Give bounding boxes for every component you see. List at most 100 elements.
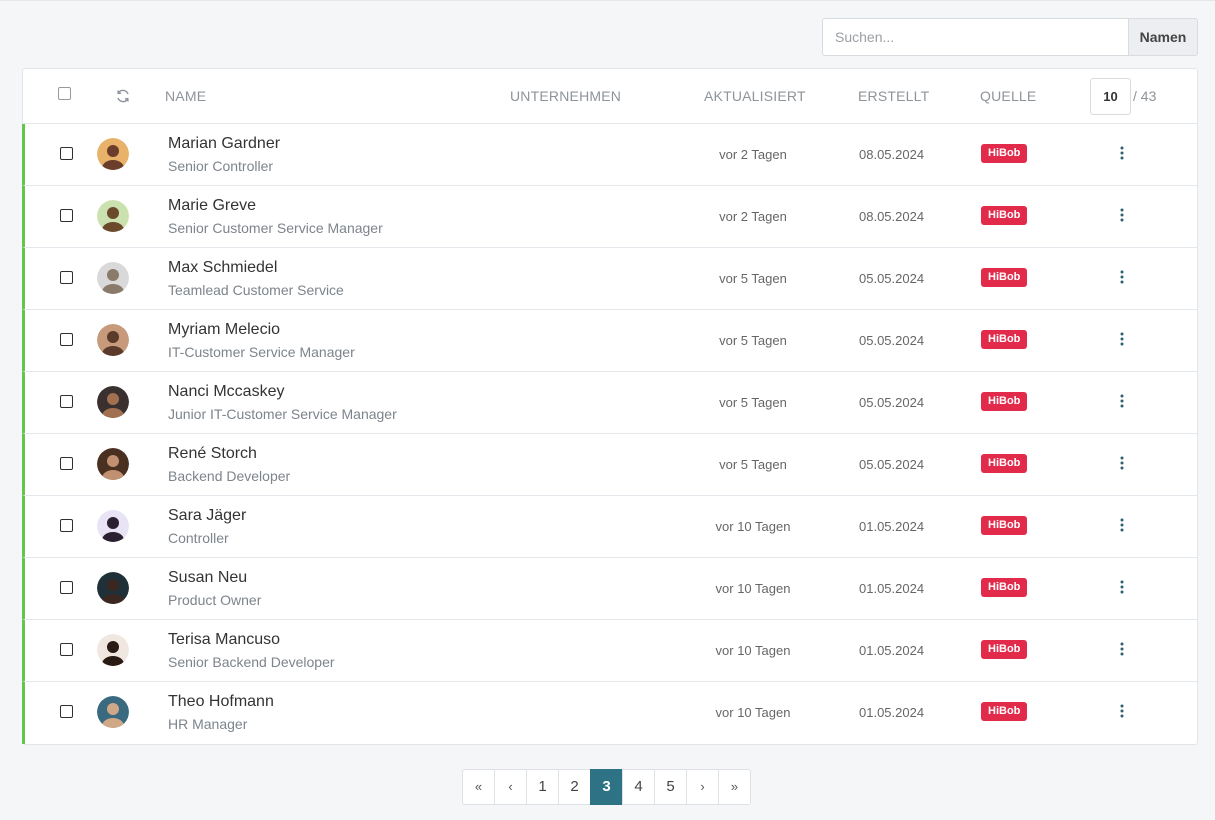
contact-role: Teamlead Customer Service [168, 282, 344, 298]
row-checkbox[interactable] [60, 147, 73, 160]
created-cell: 01.05.2024 [859, 581, 925, 596]
row-checkbox[interactable] [60, 209, 73, 222]
more-vertical-icon[interactable] [1117, 207, 1127, 223]
contact-role: Senior Backend Developer [168, 654, 335, 670]
header-name[interactable]: NAME [165, 88, 206, 104]
page-4-button[interactable]: 4 [622, 769, 655, 805]
table-row[interactable]: Sara Jäger Controller vor 10 Tagen 01.05… [22, 496, 1197, 558]
contact-name[interactable]: Theo Hofmann [168, 693, 274, 711]
table-header: NAME UNTERNEHMEN AKTUALISIERT ERSTELLT Q… [23, 69, 1197, 124]
next-page-button[interactable]: › [686, 769, 719, 805]
source-badge: HiBob [981, 578, 1028, 597]
contact-name[interactable]: Max Schmiedel [168, 259, 277, 277]
contact-name[interactable]: Nanci Mccaskey [168, 383, 284, 401]
source-badge: HiBob [981, 144, 1028, 163]
contact-name[interactable]: Marian Gardner [168, 135, 280, 153]
more-vertical-icon[interactable] [1117, 641, 1127, 657]
page-1-button[interactable]: 1 [526, 769, 559, 805]
created-cell: 01.05.2024 [859, 643, 925, 658]
contact-name[interactable]: Sara Jäger [168, 507, 246, 525]
avatar [97, 262, 129, 294]
created-cell: 01.05.2024 [859, 705, 925, 720]
more-vertical-icon[interactable] [1117, 393, 1127, 409]
contact-name[interactable]: Myriam Melecio [168, 321, 280, 339]
more-vertical-icon[interactable] [1117, 517, 1127, 533]
row-checkbox[interactable] [60, 519, 73, 532]
more-vertical-icon[interactable] [1117, 703, 1127, 719]
more-vertical-icon[interactable] [1117, 145, 1127, 161]
updated-cell: vor 5 Tagen [719, 457, 787, 472]
header-source[interactable]: QUELLE [980, 88, 1036, 104]
row-checkbox[interactable] [60, 457, 73, 470]
created-cell: 05.05.2024 [859, 457, 925, 472]
prev-page-button[interactable]: ‹ [494, 769, 527, 805]
table-row[interactable]: René Storch Backend Developer vor 5 Tage… [22, 434, 1197, 496]
row-checkbox[interactable] [60, 271, 73, 284]
page-2-button[interactable]: 2 [558, 769, 591, 805]
table-row[interactable]: Marian Gardner Senior Controller vor 2 T… [22, 124, 1197, 186]
updated-cell: vor 2 Tagen [719, 147, 787, 162]
table-row[interactable]: Terisa Mancuso Senior Backend Developer … [22, 620, 1197, 682]
row-checkbox[interactable] [60, 643, 73, 656]
page-size-input[interactable]: 10 [1090, 78, 1131, 115]
table-row[interactable]: Susan Neu Product Owner vor 10 Tagen 01.… [22, 558, 1197, 620]
table-row[interactable]: Nanci Mccaskey Junior IT-Customer Servic… [22, 372, 1197, 434]
avatar [97, 510, 129, 542]
source-badge: HiBob [981, 454, 1028, 473]
created-cell: 08.05.2024 [859, 209, 925, 224]
first-page-button[interactable]: « [462, 769, 495, 805]
more-vertical-icon[interactable] [1117, 579, 1127, 595]
created-cell: 01.05.2024 [859, 519, 925, 534]
avatar [97, 324, 129, 356]
search-scope-button[interactable]: Namen [1128, 18, 1198, 56]
updated-cell: vor 5 Tagen [719, 333, 787, 348]
updated-cell: vor 5 Tagen [719, 271, 787, 286]
avatar [97, 386, 129, 418]
contact-role: Senior Controller [168, 158, 274, 174]
contact-name[interactable]: Susan Neu [168, 569, 247, 587]
row-checkbox[interactable] [60, 333, 73, 346]
refresh-icon[interactable] [115, 88, 131, 104]
last-page-button[interactable]: » [718, 769, 751, 805]
table-row[interactable]: Myriam Melecio IT-Customer Service Manag… [22, 310, 1197, 372]
row-checkbox[interactable] [60, 581, 73, 594]
source-badge: HiBob [981, 640, 1028, 659]
updated-cell: vor 10 Tagen [715, 643, 791, 658]
table-row[interactable]: Theo Hofmann HR Manager vor 10 Tagen 01.… [22, 682, 1197, 744]
updated-cell: vor 5 Tagen [719, 395, 787, 410]
more-vertical-icon[interactable] [1117, 269, 1127, 285]
header-company[interactable]: UNTERNEHMEN [510, 88, 621, 104]
page-5-button[interactable]: 5 [654, 769, 687, 805]
table-row[interactable]: Marie Greve Senior Customer Service Mana… [22, 186, 1197, 248]
row-checkbox[interactable] [60, 395, 73, 408]
search-group: Namen [822, 18, 1198, 56]
contact-name[interactable]: René Storch [168, 445, 257, 463]
row-checkbox[interactable] [60, 705, 73, 718]
contact-role: Junior IT-Customer Service Manager [168, 406, 397, 422]
select-all-checkbox[interactable] [58, 87, 71, 100]
search-input[interactable] [822, 18, 1128, 56]
contact-role: IT-Customer Service Manager [168, 344, 355, 360]
header-updated[interactable]: AKTUALISIERT [704, 88, 806, 104]
source-badge: HiBob [981, 516, 1028, 535]
updated-cell: vor 2 Tagen [719, 209, 787, 224]
updated-cell: vor 10 Tagen [715, 705, 791, 720]
created-cell: 05.05.2024 [859, 333, 925, 348]
contact-role: Product Owner [168, 592, 262, 608]
contact-role: Senior Customer Service Manager [168, 220, 383, 236]
header-created[interactable]: ERSTELLT [858, 88, 929, 104]
table-row[interactable]: Max Schmiedel Teamlead Customer Service … [22, 248, 1197, 310]
pagination: « ‹ 1 2 3 4 5 › » [462, 769, 751, 805]
contact-role: Controller [168, 530, 229, 546]
avatar [97, 572, 129, 604]
created-cell: 05.05.2024 [859, 271, 925, 286]
contact-name[interactable]: Terisa Mancuso [168, 631, 280, 649]
contact-role: Backend Developer [168, 468, 291, 484]
page-3-button[interactable]: 3 [590, 769, 623, 805]
more-vertical-icon[interactable] [1117, 455, 1127, 471]
contacts-table: NAME UNTERNEHMEN AKTUALISIERT ERSTELLT Q… [22, 68, 1198, 745]
contact-name[interactable]: Marie Greve [168, 197, 256, 215]
total-count: / 43 [1133, 88, 1157, 104]
updated-cell: vor 10 Tagen [715, 519, 791, 534]
more-vertical-icon[interactable] [1117, 331, 1127, 347]
